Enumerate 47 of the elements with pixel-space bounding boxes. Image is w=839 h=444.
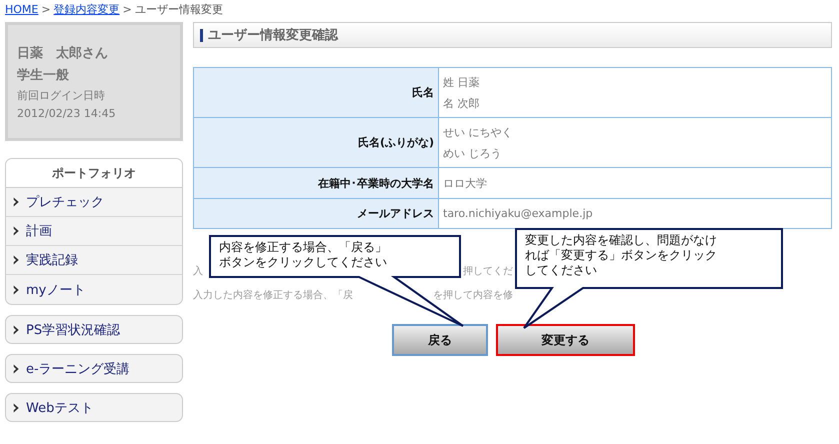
chevron-icon [13, 402, 20, 412]
menu-title: ポートフォリオ [6, 159, 182, 188]
note-text: 入 [193, 264, 203, 278]
note-text: 押してくだ [463, 265, 513, 278]
breadcrumb-separator: > [41, 2, 51, 16]
menu-item[interactable]: myノート [6, 275, 182, 304]
heading-marker-icon [200, 28, 203, 42]
menu-item[interactable]: PS学習状況確認 [5, 315, 183, 344]
field-value: せい にちやく [443, 124, 514, 140]
user-name: 日薬 太郎さん [17, 44, 109, 62]
field-label: 在籍中･卒業時の大学名 [194, 168, 438, 198]
action-button[interactable]: 変更する [496, 324, 635, 356]
heading-text: ユーザー情報変更確認 [208, 26, 338, 44]
breadcrumb-link[interactable]: 登録内容変更 [54, 2, 120, 16]
menu-item[interactable]: 実践記録 [6, 246, 182, 275]
note-text: を押して内容を修 [433, 288, 513, 302]
callout-text: 変更した内容を確認し、問題がなけ [525, 233, 718, 248]
callout-text: してください [525, 263, 598, 278]
menu-item[interactable]: Webテスト [5, 393, 183, 422]
field-label: 氏名(ふりがな) [194, 118, 438, 168]
action-button[interactable]: 戻る [392, 324, 488, 356]
breadcrumb-current: ユーザー情報変更 [134, 2, 223, 16]
callout-text: 内容を修正する場合、「戻る」 [219, 240, 388, 255]
field-label: 氏名 [194, 68, 438, 118]
last-login-time: 2012/02/23 14:45 [17, 107, 117, 120]
note-text: 入力した内容を修正する場合、「戻 [193, 288, 353, 302]
field-label: メールアドレス [194, 198, 438, 228]
chevron-icon [13, 197, 20, 207]
user-role: 学生一般 [17, 67, 70, 84]
field-value: めい じろう [443, 146, 502, 162]
chevron-icon [13, 284, 20, 294]
field-value: ロロ大学 [443, 176, 488, 192]
callout-text: れば「変更する」ボタンをクリック [525, 248, 718, 263]
chevron-icon [13, 226, 20, 236]
chevron-icon [13, 255, 20, 265]
menu-item[interactable]: プレチェック [6, 188, 182, 217]
menu-item[interactable]: e-ラーニング受講 [5, 354, 183, 383]
callout-text: ボタンをクリックしてください [219, 255, 388, 270]
field-value: 名 次郎 [443, 96, 480, 112]
menu-item[interactable]: 計画 [6, 217, 182, 246]
last-login-label: 前回ログイン日時 [17, 88, 106, 103]
field-value: taro.nichiyaku@example.jp [443, 206, 594, 222]
chevron-icon [13, 324, 20, 334]
breadcrumb-separator: > [122, 2, 132, 16]
chevron-icon [13, 364, 20, 374]
breadcrumb-link[interactable]: HOME [5, 2, 38, 16]
field-value: 姓 日薬 [443, 74, 480, 90]
